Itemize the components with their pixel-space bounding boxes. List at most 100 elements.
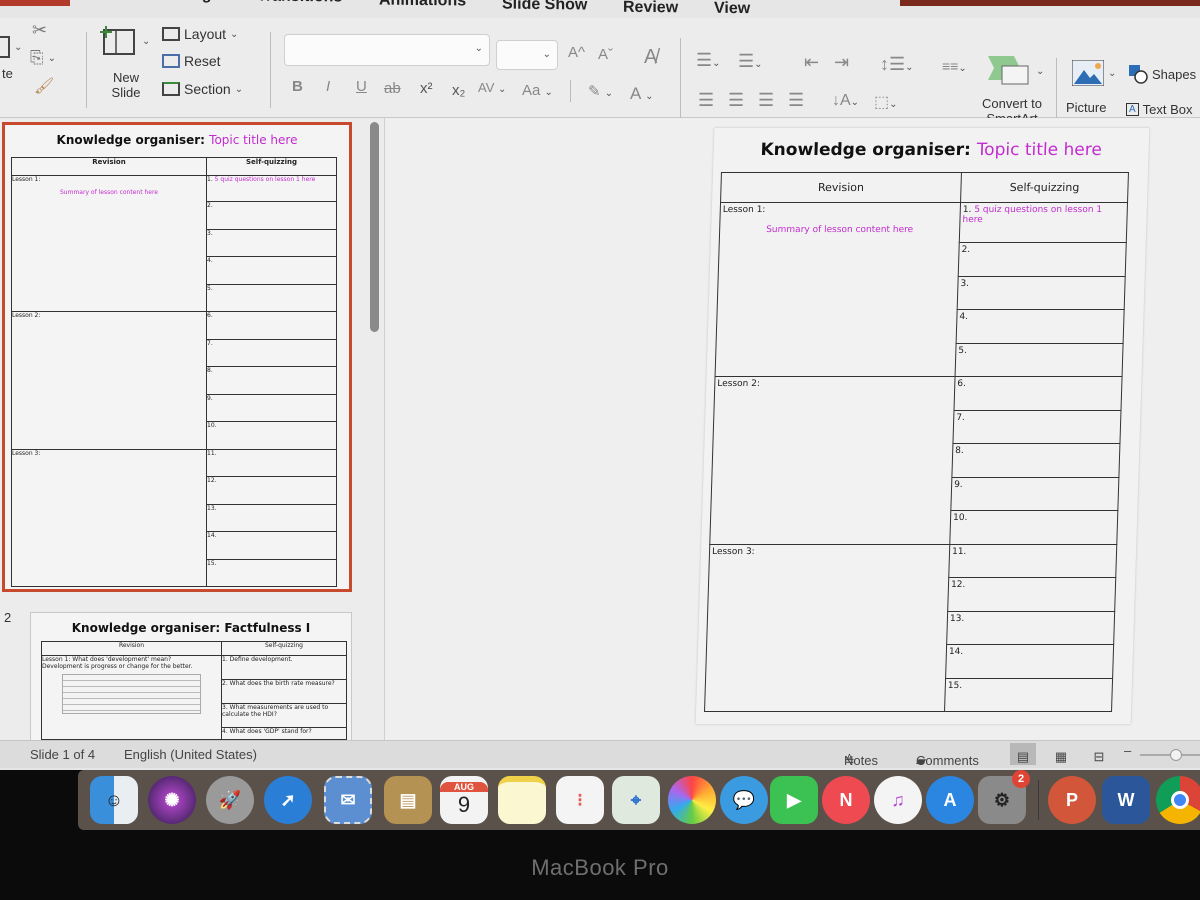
italic-button[interactable]: I [326, 78, 330, 95]
dock-mail[interactable]: ✉ [324, 776, 372, 824]
dock-system-preferences[interactable]: ⚙ 2 [978, 770, 1030, 824]
reset-button[interactable]: Reset [162, 53, 221, 69]
dock-app-store[interactable]: A [926, 776, 974, 824]
question-15-cell[interactable]: 15. [944, 678, 1113, 712]
dock-safari[interactable]: ➚ [264, 776, 312, 824]
slide-topic[interactable]: Topic title here [976, 140, 1102, 160]
text-direction-button[interactable]: ↓A⌄ [832, 92, 859, 110]
dock-photos[interactable] [668, 776, 716, 824]
dock-messages[interactable]: 💬 [720, 776, 768, 824]
dock-finder[interactable]: ☺ [90, 776, 138, 824]
superscript-button[interactable]: x² [420, 80, 433, 97]
question-1-number: 1. [962, 205, 972, 215]
lesson-2-cell[interactable]: Lesson 2: [709, 376, 956, 544]
font-color-button[interactable]: A ⌄ [630, 84, 654, 104]
workspace: Knowledge organiser: Topic title here Re… [0, 118, 1200, 752]
highlight-button[interactable]: ✎ ⌄ [588, 82, 613, 100]
slide-thumbnail-2[interactable]: Knowledge organiser: Factfulness I Revis… [30, 612, 352, 752]
dock-siri[interactable]: ✺ [148, 776, 196, 824]
shapes-icon [1129, 65, 1148, 84]
language-indicator[interactable]: English (United States) [124, 747, 257, 762]
question-12-cell[interactable]: 12. [947, 577, 1116, 611]
copy-icon[interactable]: ⎘ ⌄ [30, 48, 56, 68]
dock-chrome[interactable] [1156, 776, 1200, 824]
thumbnail-scrollbar[interactable] [370, 122, 379, 332]
align-right-icon[interactable]: ☰ [758, 90, 774, 111]
cut-icon[interactable]: ✂ [32, 20, 47, 41]
columns-icon: ≡≡ [942, 58, 959, 74]
justify-icon[interactable]: ☰ [788, 90, 804, 111]
lesson-1-cell[interactable]: Lesson 1: Summary of lesson content here [715, 202, 961, 377]
shapes-button[interactable]: Shapes [1128, 64, 1196, 84]
dock-notefile[interactable]: ▤ [384, 776, 432, 824]
quiz-header[interactable]: Self-quizzing [960, 172, 1129, 203]
question-6-cell[interactable]: 6. [954, 376, 1123, 410]
font-name-select[interactable]: ⌄ [284, 34, 490, 66]
text-box-button[interactable]: A Text Box [1126, 102, 1193, 117]
clear-formatting-icon[interactable]: A̸ [644, 46, 657, 69]
columns-button[interactable]: ≡≡⌄ [942, 58, 967, 74]
zoom-out-button[interactable]: – [1124, 743, 1131, 758]
dock-news[interactable]: N [822, 776, 870, 824]
question-9-cell[interactable]: 9. [950, 477, 1119, 511]
slideshow-view-button[interactable]: ⊟ [1086, 743, 1112, 765]
thumb1-q7: 7. [206, 338, 337, 367]
paste-icon [0, 36, 10, 58]
smartart-button[interactable]: ⌄ [988, 56, 1044, 86]
dock-facetime[interactable]: ▶ [770, 776, 818, 824]
zoom-slider[interactable] [1140, 749, 1200, 761]
dock-maps[interactable]: ⌖ [612, 776, 660, 824]
decrease-indent-icon[interactable]: ⇤ [804, 52, 819, 73]
strikethrough-button[interactable]: ab [384, 80, 401, 97]
align-left-icon[interactable]: ☰ [698, 90, 714, 111]
dock-powerpoint[interactable]: P [1048, 776, 1096, 824]
shrink-font-button[interactable]: Aˇ [598, 46, 613, 63]
paste-dropdown[interactable]: ⌄ [0, 36, 22, 58]
question-1-cell[interactable]: 1. 5 quiz questions on lesson 1 here [959, 202, 1128, 243]
slide-thumbnail-1[interactable]: Knowledge organiser: Topic title here Re… [2, 122, 352, 592]
question-5-cell[interactable]: 5. [955, 343, 1124, 377]
main-slide-canvas[interactable]: Knowledge organiser: Topic title here Re… [695, 128, 1150, 724]
section-button[interactable]: Section ⌄ [162, 81, 243, 97]
dock-reminders[interactable]: ⁝ [556, 776, 604, 824]
zoom-slider-handle[interactable] [1170, 749, 1182, 761]
picture-button[interactable]: ⌄ [1072, 60, 1116, 86]
question-8-cell[interactable]: 8. [951, 443, 1120, 477]
revision-header[interactable]: Revision [720, 172, 962, 203]
question-10-cell[interactable]: 10. [949, 510, 1118, 544]
grow-font-button[interactable]: A^ [568, 44, 585, 61]
new-slide-button[interactable]: ⌄ [98, 24, 150, 58]
question-11-cell[interactable]: 11. [948, 544, 1117, 578]
question-7-cell[interactable]: 7. [952, 410, 1122, 444]
dock-notes[interactable] [498, 776, 546, 824]
align-text-button[interactable]: ⬚⌄ [874, 92, 898, 112]
subscript-button[interactable]: x₂ [452, 82, 465, 99]
slide-title-text[interactable]: Knowledge organiser: [760, 140, 971, 160]
dock-launchpad[interactable]: 🚀 [206, 776, 254, 824]
dock-calendar[interactable]: AUG 9 [440, 776, 488, 824]
question-4-cell[interactable]: 4. [956, 309, 1125, 343]
character-spacing-button[interactable]: AV ⌄ [478, 80, 506, 95]
chevron-down-icon: ⌄ [645, 91, 654, 102]
text-direction-icon: ↓A [832, 92, 851, 109]
align-center-icon[interactable]: ☰ [728, 90, 744, 111]
increase-indent-icon[interactable]: ⇥ [834, 52, 849, 73]
bullets-button[interactable]: ☰⌄ [696, 50, 721, 71]
numbering-button[interactable]: ☰⌄ [738, 51, 763, 72]
slide-sorter-button[interactable]: ▦ [1048, 743, 1074, 765]
underline-button[interactable]: U [356, 78, 367, 95]
format-painter-icon[interactable]: 🖌 [34, 76, 54, 96]
dock-itunes[interactable]: ♫ [874, 776, 922, 824]
question-13-cell[interactable]: 13. [946, 611, 1115, 645]
normal-view-button[interactable]: ▤ [1010, 743, 1036, 765]
question-14-cell[interactable]: 14. [945, 644, 1114, 678]
line-spacing-button[interactable]: ↕☰⌄ [880, 54, 914, 75]
lesson-3-cell[interactable]: Lesson 3: [704, 544, 950, 712]
question-3-cell[interactable]: 3. [957, 276, 1126, 310]
bold-button[interactable]: B [292, 78, 303, 95]
question-2-cell[interactable]: 2. [958, 242, 1127, 276]
font-size-select[interactable]: ⌄ [496, 40, 558, 70]
dock-word[interactable]: W [1102, 776, 1150, 824]
layout-button[interactable]: Layout ⌄ [162, 26, 238, 42]
change-case-button[interactable]: Aa ⌄ [522, 82, 553, 99]
